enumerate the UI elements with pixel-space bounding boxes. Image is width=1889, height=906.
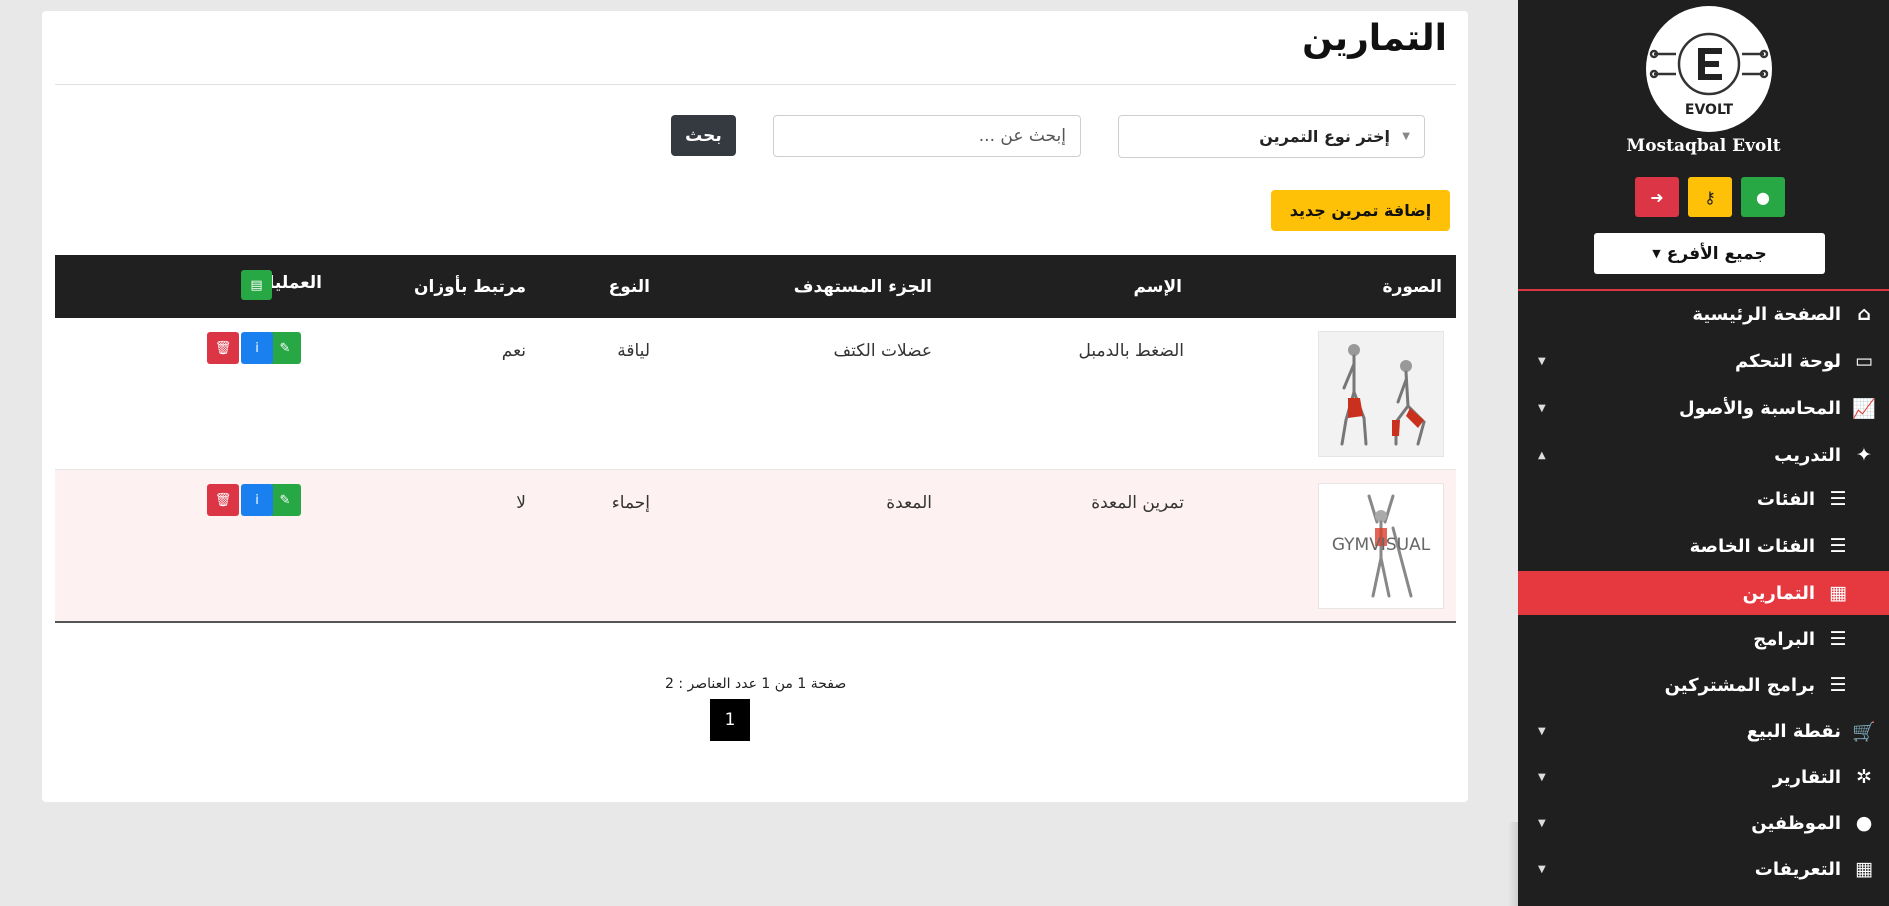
col-weights: مرتبط بأوزان — [413, 277, 526, 297]
caret-down-icon: ▼ — [1652, 247, 1661, 260]
sidebar-item[interactable]: ☰ البرامج — [1518, 617, 1889, 661]
trash-icon[interactable]: 🗑 — [207, 332, 239, 364]
exercise-weights: لا — [516, 493, 526, 513]
sidebar-item-label: البرامج — [1753, 628, 1815, 650]
sign-out-icon[interactable]: ➜ — [1635, 177, 1679, 217]
info-icon[interactable]: i — [241, 332, 273, 364]
bug-icon: ✲ — [1856, 766, 1872, 788]
title-divider — [55, 84, 1456, 85]
sidebar-item[interactable]: ☰ الفئات الخاصة — [1518, 524, 1889, 568]
sidebar-item-label: لوحة التحكم — [1734, 350, 1841, 372]
exercise-weights: نعم — [501, 341, 526, 361]
caret-down-icon[interactable]: ▼ — [1538, 818, 1546, 829]
list-icon: ☰ — [1829, 674, 1847, 696]
brand-name: Mostaqbal Evolt — [1626, 136, 1781, 156]
list-icon: ☰ — [1829, 535, 1847, 557]
search-button[interactable]: بحث — [671, 115, 736, 156]
sidebar-item-label: نقطة البيع — [1746, 720, 1841, 742]
sidebar-item[interactable]: ▭ لوحة التحكم ▼ — [1518, 339, 1889, 383]
sidebar-item-label: التمارين — [1742, 582, 1815, 604]
branch-select[interactable]: جميع الأفرع ▼ — [1594, 233, 1825, 274]
info-icon[interactable]: i — [241, 484, 273, 516]
list-icon: ☰ — [1829, 488, 1847, 510]
calendar-icon: ▦ — [1829, 582, 1847, 604]
exercise-target: عضلات الكتف — [833, 341, 932, 361]
scroll-shadow — [1508, 822, 1518, 906]
table-icon: ▦ — [1855, 858, 1873, 880]
sidebar-item-label: التقارير — [1772, 766, 1841, 788]
col-type: النوع — [608, 277, 650, 297]
table-bottom-border — [55, 621, 1456, 623]
image-caption: GYMVISUAL — [1332, 535, 1431, 555]
exercise-image[interactable] — [1318, 331, 1444, 457]
exercise-target: المعدة — [886, 493, 932, 513]
sidebar-item[interactable]: ☰ برامج المشتركين — [1518, 663, 1889, 707]
logo-text: EVOLT — [1685, 102, 1734, 118]
user-icon: ● — [1855, 812, 1873, 834]
page-title: التمارين — [1302, 18, 1447, 59]
excel-export-icon[interactable]: ▤ — [241, 270, 272, 300]
col-target: الجزء المستهدف — [793, 277, 932, 297]
search-input[interactable] — [773, 115, 1081, 157]
caret-down-icon[interactable]: ▼ — [1538, 772, 1546, 783]
exercise-type: لياقة — [617, 341, 650, 361]
sidebar-item[interactable]: ▦ التمارين — [1518, 571, 1889, 615]
caret-down-icon[interactable]: ▼ — [1538, 403, 1546, 414]
caret-down-icon[interactable]: ▼ — [1538, 864, 1546, 875]
sidebar-item[interactable]: ▦ التعريفات ▼ — [1518, 847, 1889, 891]
sidebar-item-label: الفئات الخاصة — [1689, 535, 1815, 557]
caret-up-icon[interactable]: ▲ — [1538, 450, 1546, 461]
exercise-name: الضغط بالدمبل — [1078, 341, 1184, 361]
cart-icon: 🛒 — [1852, 720, 1876, 743]
user-icon[interactable]: ● — [1741, 177, 1785, 217]
sidebar-item-label: برامج المشتركين — [1664, 674, 1815, 696]
exercise-type-select-value: إختر نوع التمرين — [1259, 127, 1390, 146]
key-icon[interactable]: ⚷ — [1688, 177, 1732, 217]
sidebar-item-label: الموظفين — [1751, 812, 1841, 834]
branch-select-value: جميع الأفرع — [1666, 243, 1767, 264]
col-name: الإسم — [1133, 277, 1182, 297]
caret-down-icon[interactable]: ▼ — [1538, 726, 1546, 737]
pagination-info: صفحة 1 من 1 عدد العناصر : 2 — [665, 676, 847, 692]
col-image: الصورة — [1382, 277, 1442, 297]
brand-logo[interactable]: EVOLT — [1646, 6, 1772, 132]
edit-icon[interactable]: ✎ — [269, 484, 301, 516]
caret-down-icon[interactable]: ▼ — [1538, 356, 1546, 367]
home-icon: ⌂ — [1857, 303, 1871, 325]
trash-icon[interactable]: 🗑 — [207, 484, 239, 516]
sidebar-item[interactable]: 🛒 نقطة البيع ▼ — [1518, 709, 1889, 753]
sidebar-item-label: الصفحة الرئيسية — [1692, 303, 1841, 325]
add-exercise-button[interactable]: إضافة تمرين جديد — [1271, 190, 1450, 231]
list-icon: ☰ — [1829, 628, 1847, 650]
sidebar-item-label: المحاسبة والأصول — [1678, 397, 1841, 419]
sidebar-divider — [1518, 289, 1889, 291]
sidebar-item[interactable]: ⌂ الصفحة الرئيسية — [1518, 292, 1889, 336]
chart-line-icon: 📈 — [1852, 397, 1876, 420]
edit-icon[interactable]: ✎ — [269, 332, 301, 364]
sidebar-item[interactable]: ✲ التقارير ▼ — [1518, 755, 1889, 799]
magic-wand-icon: ✦ — [1856, 444, 1872, 466]
exercise-image[interactable]: GYMVISUAL — [1318, 483, 1444, 609]
sidebar-item[interactable]: ● الموظفين ▼ — [1518, 801, 1889, 845]
laptop-icon: ▭ — [1855, 350, 1873, 372]
exercise-type-select[interactable]: إختر نوع التمرين ▼ — [1118, 115, 1425, 158]
sidebar-item-label: التعريفات — [1754, 858, 1841, 880]
sidebar-item[interactable]: ☰ الفئات — [1518, 477, 1889, 521]
sidebar-item-label: التدريب — [1774, 444, 1841, 466]
table-header: الصورة الإسم الجزء المستهدف النوع مرتبط … — [55, 255, 1456, 318]
sidebar-item[interactable]: ✦ التدريب ▲ — [1518, 433, 1889, 477]
table-row: GYMVISUAL تمرين المعدة المعدة إحماء لا ✎… — [55, 470, 1456, 622]
table-row: الضغط بالدمبل عضلات الكتف لياقة نعم ✎ i … — [55, 318, 1456, 470]
sidebar-item-label: الفئات — [1756, 488, 1815, 510]
page-button[interactable]: 1 — [710, 699, 750, 741]
exercise-name: تمرين المعدة — [1091, 493, 1184, 513]
sidebar-item[interactable]: 📈 المحاسبة والأصول ▼ — [1518, 386, 1889, 430]
exercise-type: إحماء — [611, 493, 650, 513]
caret-down-icon: ▼ — [1402, 131, 1410, 142]
